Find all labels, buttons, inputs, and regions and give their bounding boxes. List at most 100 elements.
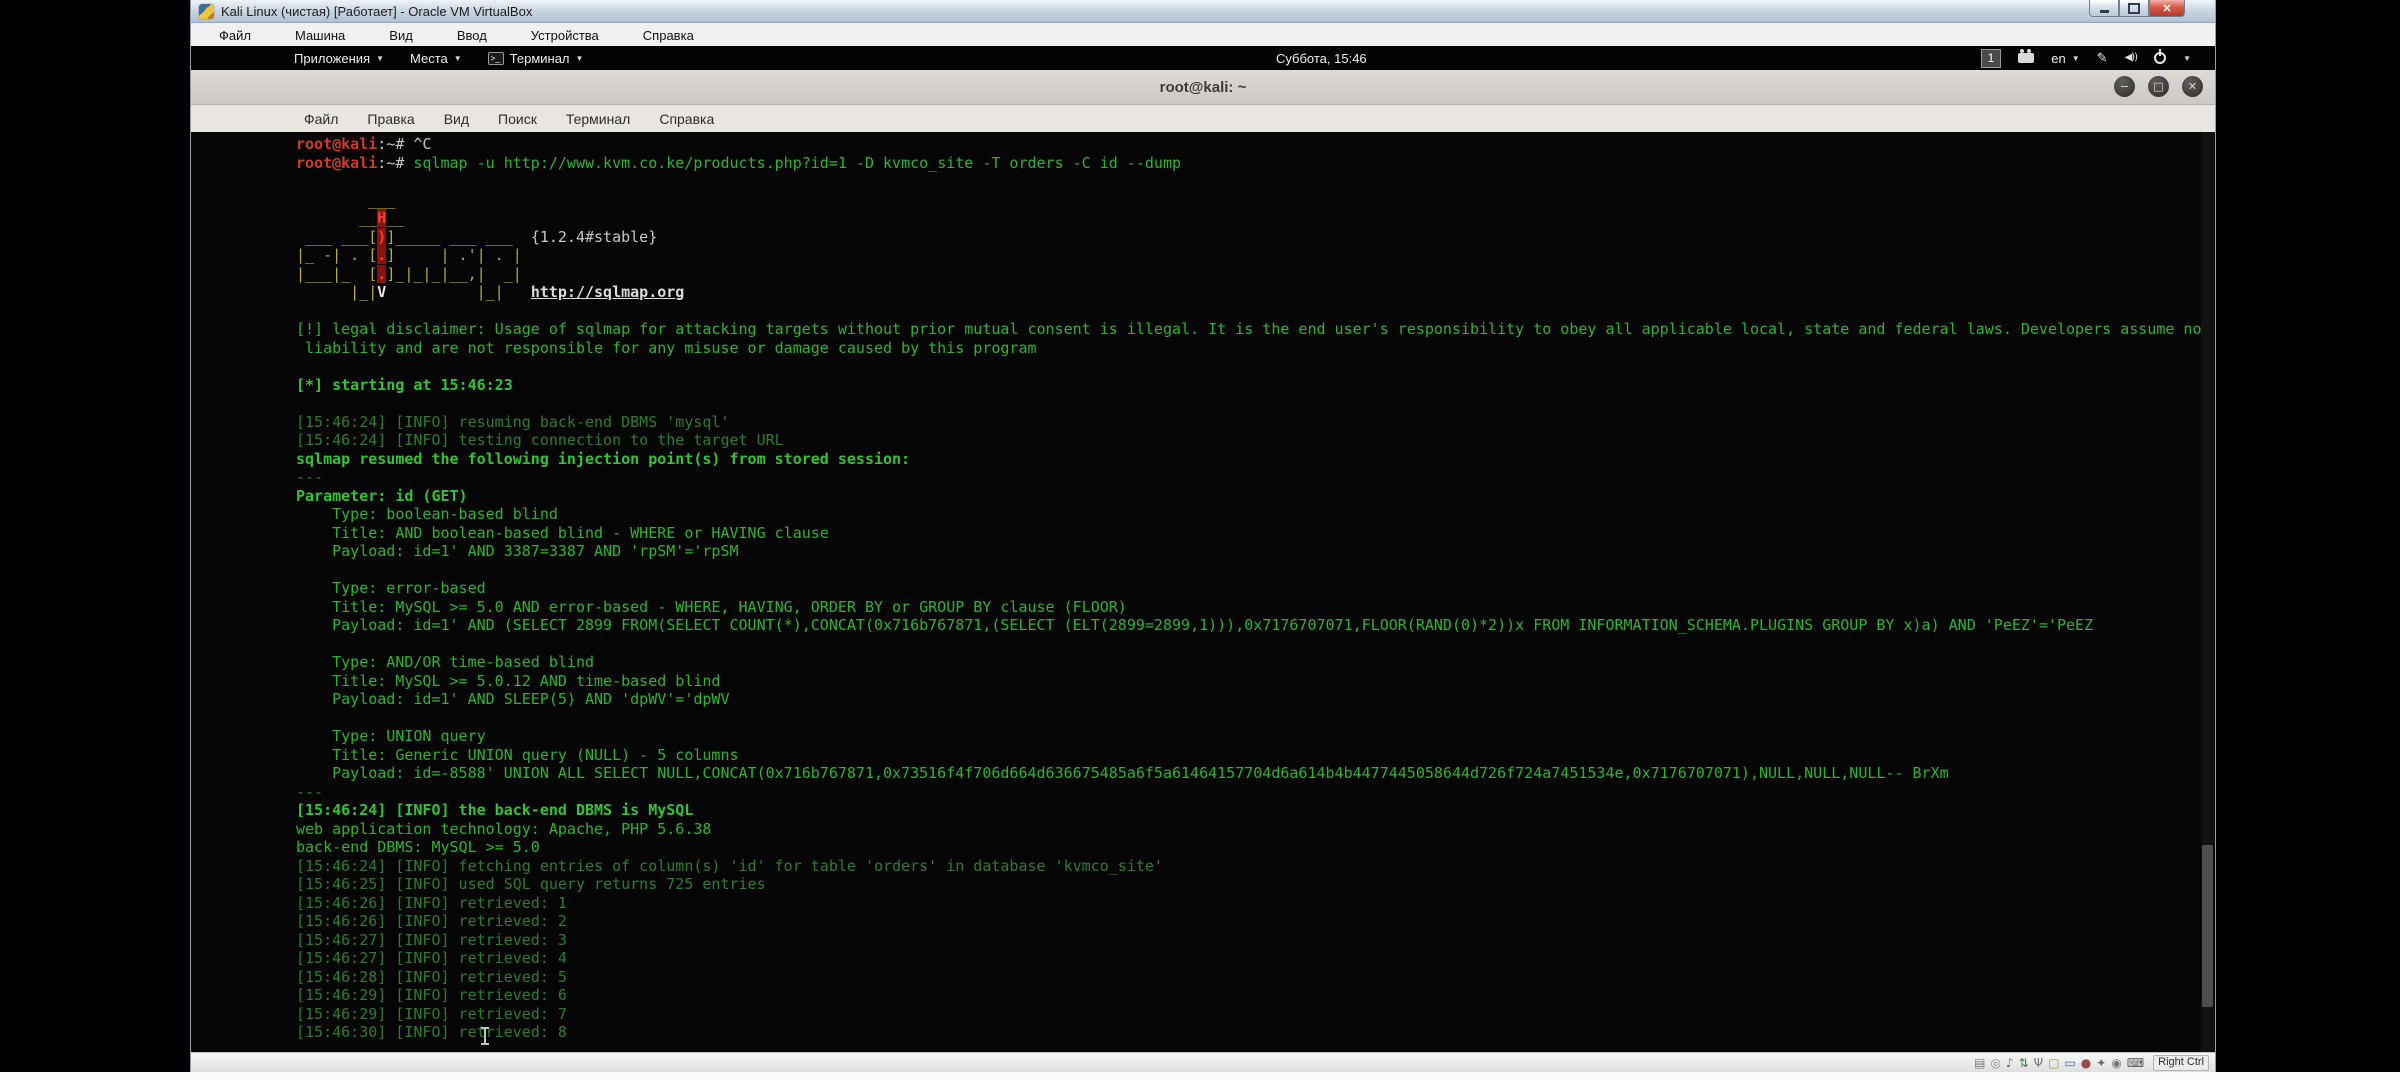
keyboard-layout-switcher[interactable]: en ▼ <box>2051 51 2079 66</box>
close-icon: ✕ <box>2162 2 2171 15</box>
terminal-line: __H__ <box>296 209 2215 228</box>
terminal-menu-item[interactable]: Вид <box>437 106 476 133</box>
terminal-line: liability and are not responsible for an… <box>296 339 2215 358</box>
vbox-titlebar[interactable]: Kali Linux (чистая) [Работает] - Oracle … <box>191 0 2215 23</box>
terminal-line: Title: MySQL >= 5.0.12 AND time-based bl… <box>296 672 2215 691</box>
terminal-line: [*] starting at 15:46:23 <box>296 376 2215 395</box>
terminal-line: Payload: id=1' AND SLEEP(5) AND 'dpWV'='… <box>296 690 2215 709</box>
screen: Kali Linux (чистая) [Работает] - Oracle … <box>0 0 2400 1080</box>
terminal-line: ___ ___[)]_____ ___ ___ {1.2.4#stable} <box>296 228 2215 247</box>
features-icon[interactable]: ✦ <box>2096 1057 2106 1069</box>
brush-icon[interactable]: ✎ <box>2097 52 2108 65</box>
mouse-integration-icon[interactable]: ◉ <box>2111 1057 2121 1069</box>
terminal-scrollbar[interactable] <box>2201 132 2214 1053</box>
terminal-menubar: Файл Правка Вид Поиск Терминал Справка <box>191 105 2215 134</box>
applications-label: Приложения <box>294 51 370 66</box>
vbox-menu-item[interactable]: Машина <box>273 24 367 47</box>
minimize-button[interactable] <box>2089 0 2119 17</box>
terminal-line: [15:46:30] [INFO] retrieved: 8 <box>296 1023 2215 1042</box>
terminal-line: Type: AND/OR time-based blind <box>296 653 2215 672</box>
chevron-down-icon: ▼ <box>454 54 462 63</box>
chevron-down-icon: ▼ <box>2072 54 2080 63</box>
terminal-line: --- <box>296 468 2215 487</box>
terminal-window-buttons: − □ ✕ <box>2114 76 2203 97</box>
terminal-maximize-button[interactable]: □ <box>2148 76 2169 97</box>
terminal-line: [15:46:27] [INFO] retrieved: 3 <box>296 931 2215 950</box>
display-icon[interactable]: ▭ <box>2064 1057 2075 1069</box>
terminal-line: [15:46:24] [INFO] the back-end DBMS is M… <box>296 801 2215 820</box>
close-button[interactable]: ✕ <box>2149 0 2185 17</box>
keyboard-icon[interactable]: ⌨ <box>2127 1057 2144 1069</box>
terminal-menu-item[interactable]: Справка <box>652 106 721 133</box>
terminal-line: sqlmap resumed the following injection p… <box>296 450 2215 469</box>
vbox-menu-item[interactable]: Справка <box>621 24 716 47</box>
terminal-menu-item[interactable]: Терминал <box>559 106 637 133</box>
audio-icon[interactable]: ♪ <box>2006 1057 2014 1069</box>
vbox-menu-item[interactable]: Вид <box>367 24 435 47</box>
terminal-line: [15:46:28] [INFO] retrieved: 5 <box>296 968 2215 987</box>
terminal-line <box>296 709 2215 728</box>
window-controls: ✕ <box>2089 0 2185 17</box>
volume-icon[interactable]: ◀)) <box>2125 53 2138 63</box>
terminal-line <box>296 394 2215 413</box>
vbox-menubar: ФайлМашинаВидВводУстройстваСправка <box>191 23 2215 48</box>
window-title: Kali Linux (чистая) [Работает] - Oracle … <box>221 4 532 19</box>
text-cursor-ibeam <box>484 1028 486 1044</box>
vm-screen: Приложения ▼ Места ▼ >_ Терминал ▼ Суббо… <box>191 46 2215 1053</box>
terminal-line: [!] legal disclaimer: Usage of sqlmap fo… <box>296 320 2215 339</box>
terminal-close-button[interactable]: ✕ <box>2182 76 2203 97</box>
usb-icon[interactable]: Ψ <box>2034 1057 2043 1069</box>
terminal-minimize-button[interactable]: − <box>2114 76 2135 97</box>
vbox-statusbar: ▤ ◎ ♪ ⇅ Ψ ▢ ▭ ● ✦ ◉ ⌨ Right Ctrl <box>191 1052 2215 1072</box>
terminal-line <box>296 357 2215 376</box>
video-capture-icon[interactable]: ● <box>2081 1057 2091 1069</box>
terminal-line: Title: Generic UNION query (NULL) - 5 co… <box>296 746 2215 765</box>
terminal-menu-item[interactable]: Поиск <box>491 106 544 133</box>
terminal-line: root@kali:~# ^C <box>296 135 2215 154</box>
terminal-output[interactable]: root@kali:~# ^Croot@kali:~# sqlmap -u ht… <box>191 132 2215 1053</box>
terminal-line: Type: boolean-based blind <box>296 505 2215 524</box>
vm-app-icon <box>199 4 214 19</box>
terminal-line: [15:46:25] [INFO] used SQL query returns… <box>296 875 2215 894</box>
network-icon[interactable]: ⇅ <box>2019 1057 2029 1069</box>
power-icon[interactable] <box>2154 52 2166 64</box>
terminal-line: --- <box>296 783 2215 802</box>
camera-icon[interactable] <box>2018 53 2034 63</box>
terminal-line: [15:46:26] [INFO] retrieved: 2 <box>296 912 2215 931</box>
terminal-titlebar[interactable]: root@kali: ~ − □ ✕ <box>191 70 2215 105</box>
chevron-down-icon[interactable]: ▼ <box>2183 54 2191 63</box>
terminal-line: [15:46:24] [INFO] testing connection to … <box>296 431 2215 450</box>
terminal-line: [15:46:26] [INFO] retrieved: 1 <box>296 894 2215 913</box>
terminal-menu-item[interactable]: Файл <box>297 106 345 133</box>
panel-clock[interactable]: Суббота, 15:46 <box>1276 46 1367 70</box>
chevron-down-icon: ▼ <box>576 54 584 63</box>
close-icon: ✕ <box>2188 80 2197 93</box>
places-menu[interactable]: Места ▼ <box>410 51 462 66</box>
terminal-menu-item[interactable]: Правка <box>360 106 421 133</box>
vbox-menu-item[interactable]: Ввод <box>435 24 509 47</box>
applications-menu[interactable]: Приложения ▼ <box>294 51 384 66</box>
maximize-button[interactable] <box>2119 0 2149 17</box>
scrollbar-thumb[interactable] <box>2202 845 2213 1007</box>
host-key-indicator: Right Ctrl <box>2153 1055 2209 1071</box>
status-icons: ▤ ◎ ♪ ⇅ Ψ ▢ ▭ ● ✦ ◉ ⌨ <box>1974 1057 2144 1069</box>
terminal-title: root@kali: ~ <box>1160 79 1247 96</box>
terminal-line: Payload: id=1' AND 3387=3387 AND 'rpSM'=… <box>296 542 2215 561</box>
places-label: Места <box>410 51 448 66</box>
workspace-indicator[interactable]: 1 <box>1981 49 2002 68</box>
terminal-line: [15:46:24] [INFO] fetching entries of co… <box>296 857 2215 876</box>
vbox-menu-item[interactable]: Устройства <box>509 24 621 47</box>
terminal-line: Title: MySQL >= 5.0 AND error-based - WH… <box>296 598 2215 617</box>
terminal-line: Payload: id=1' AND (SELECT 2899 FROM(SEL… <box>296 616 2215 635</box>
terminal-line <box>296 302 2215 321</box>
hard-disk-icon[interactable]: ▤ <box>1974 1057 1985 1069</box>
terminal-line <box>296 172 2215 191</box>
minimize-icon: − <box>2120 80 2129 93</box>
terminal-line: [15:46:24] [INFO] resuming back-end DBMS… <box>296 413 2215 432</box>
vbox-menu-item[interactable]: Файл <box>197 24 273 47</box>
terminal-app-menu[interactable]: >_ Терминал ▼ <box>488 51 584 66</box>
shared-folders-icon[interactable]: ▢ <box>2048 1057 2059 1069</box>
terminal-line: Payload: id=-8588' UNION ALL SELECT NULL… <box>296 764 2215 783</box>
optical-disk-icon[interactable]: ◎ <box>1990 1057 2000 1069</box>
terminal-line: back-end DBMS: MySQL >= 5.0 <box>296 838 2215 857</box>
